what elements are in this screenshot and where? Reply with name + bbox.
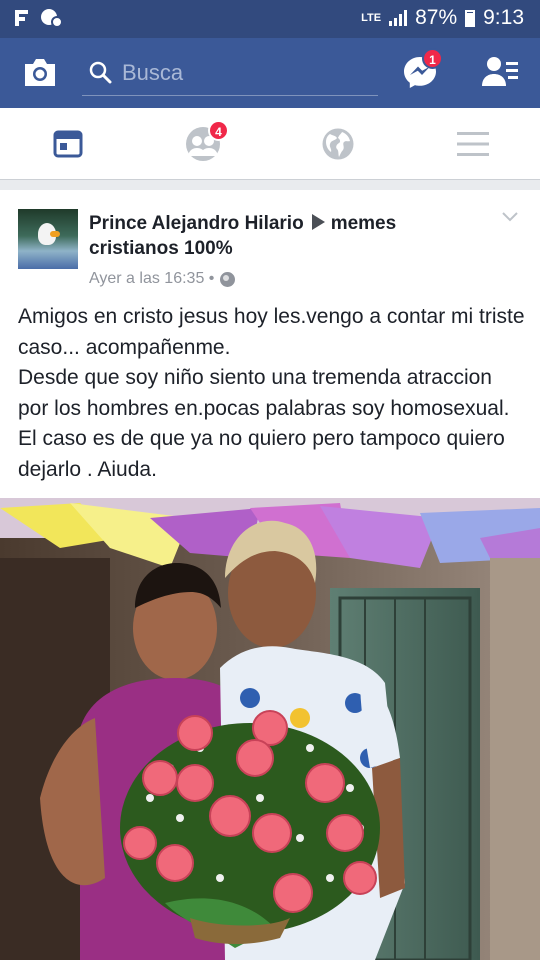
signal-icon xyxy=(389,10,408,26)
news-feed-icon xyxy=(53,130,82,158)
search-icon xyxy=(89,61,112,84)
friend-list-icon xyxy=(482,57,518,86)
post-header: Prince Alejandro Hilario memes cristianos… xyxy=(89,211,489,261)
hamburger-icon xyxy=(456,132,489,156)
tab-menu[interactable] xyxy=(405,108,540,180)
feed-post: Prince Alejandro Hilario memes cristianos… xyxy=(0,190,540,960)
post-options-chevron-icon[interactable] xyxy=(500,210,520,224)
post-body: Amigos en cristo jesus hoy les.vengo a c… xyxy=(18,305,525,481)
camera-icon xyxy=(25,59,55,86)
author-name[interactable]: Prince Alejandro Hilario xyxy=(89,213,304,234)
clock: 9:13 xyxy=(483,6,524,29)
camera-button[interactable] xyxy=(22,56,58,88)
photo-illustration xyxy=(0,498,540,960)
friend-requests-badge: 4 xyxy=(208,120,229,141)
messenger-notification-icon xyxy=(41,9,62,28)
search-box xyxy=(82,52,378,96)
facebook-notification-icon xyxy=(15,10,28,26)
status-bar: LTE 87% 9:13 xyxy=(0,0,540,38)
tab-friend-requests[interactable] xyxy=(135,108,270,180)
search-input[interactable] xyxy=(122,56,372,90)
friend-list-button[interactable] xyxy=(480,54,520,90)
post-meta: Ayer a las 16:35 • xyxy=(89,270,236,288)
privacy-globe-icon xyxy=(220,271,236,287)
shared-to-arrow-icon xyxy=(311,214,325,230)
post-timestamp[interactable]: Ayer a las 16:35 • xyxy=(89,270,214,288)
battery-icon xyxy=(465,9,476,27)
tab-notifications[interactable] xyxy=(270,108,405,180)
top-bar: 1 xyxy=(0,38,540,108)
globe-icon xyxy=(322,128,353,160)
post-text: Amigos en cristo jesus hoy les.vengo a c… xyxy=(18,302,528,485)
battery-percent: 87% xyxy=(415,6,458,29)
tab-bar: 4 xyxy=(0,108,540,180)
tab-news-feed[interactable] xyxy=(0,108,135,180)
author-avatar[interactable] xyxy=(18,209,78,269)
post-photo[interactable] xyxy=(0,498,540,960)
messages-badge: 1 xyxy=(422,48,443,69)
network-type: LTE xyxy=(361,11,382,24)
